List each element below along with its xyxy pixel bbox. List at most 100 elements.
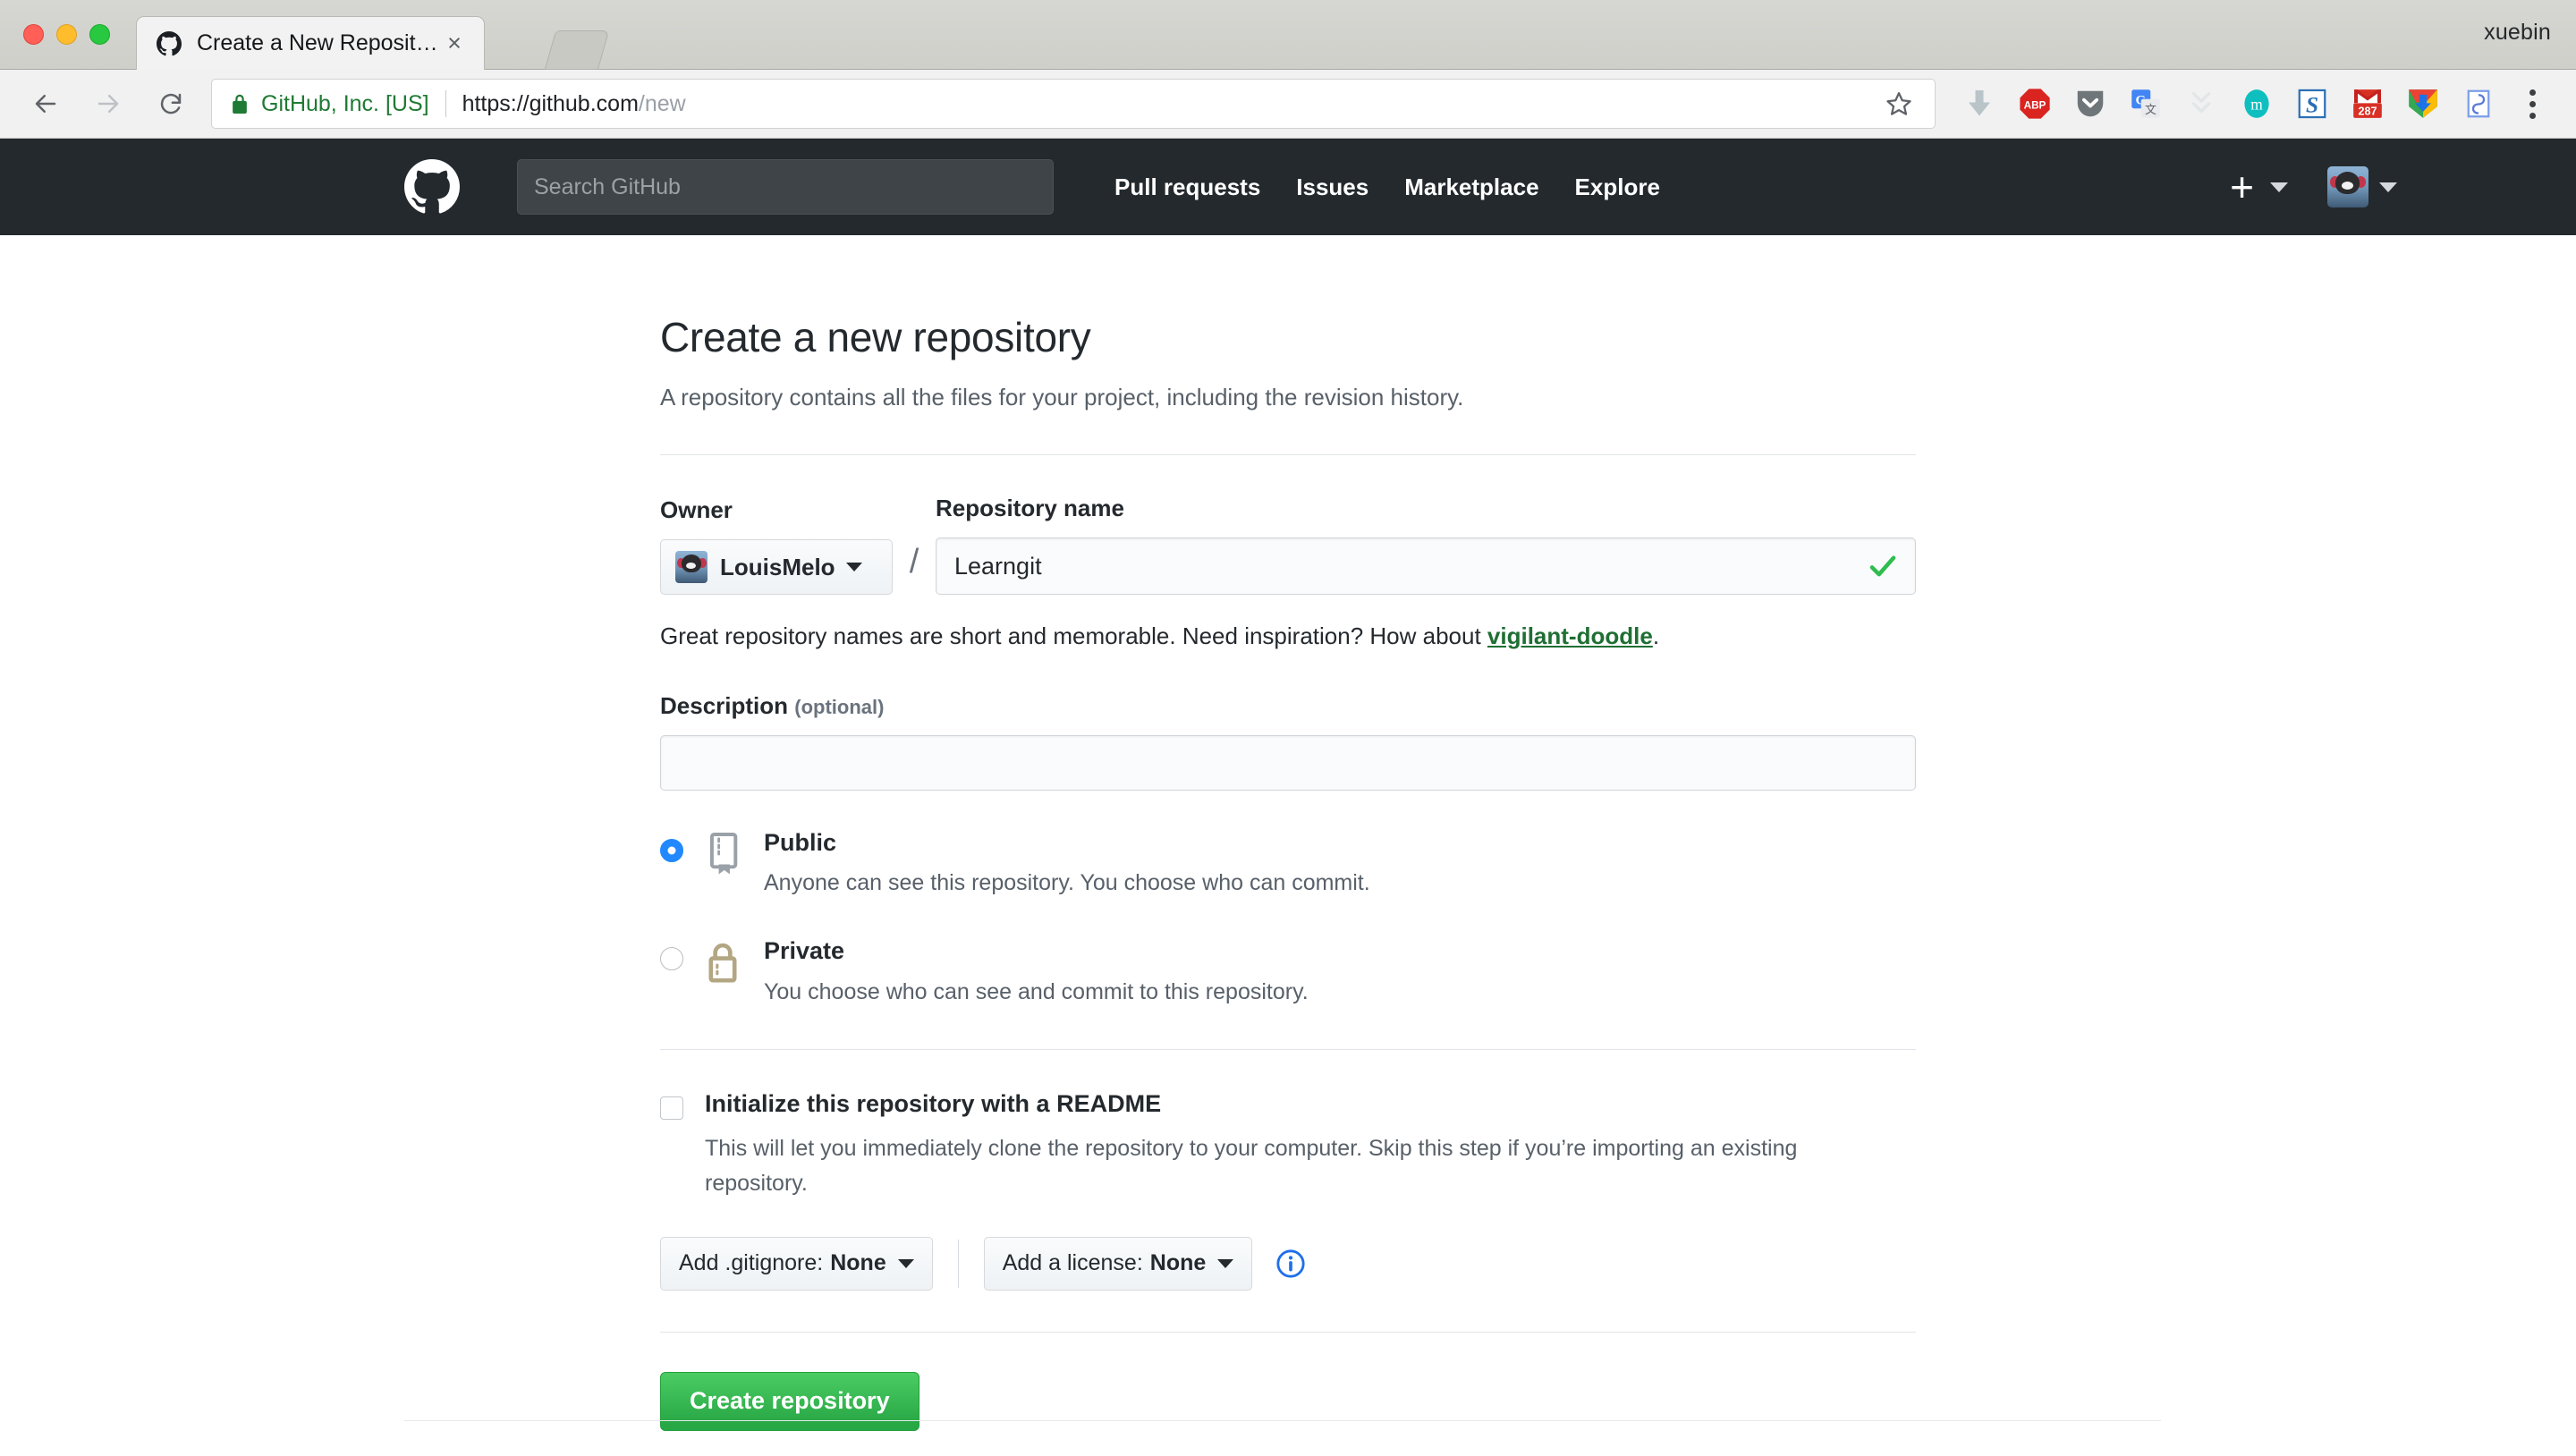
repository-name-label: Repository name: [936, 495, 1124, 522]
extensions-bar: ABP G 文 m S 287: [1952, 76, 2576, 131]
maximize-window-button[interactable]: [89, 24, 110, 45]
repository-name-field: Repository name: [936, 495, 1916, 596]
search-input[interactable]: [517, 159, 1054, 215]
description-label: Description (optional): [660, 692, 1916, 720]
blue-doc-icon[interactable]: [2451, 76, 2506, 131]
page-subtitle: A repository contains all the files for …: [660, 383, 1464, 411]
hint-text: Great repository names are short and mem…: [660, 622, 1487, 650]
close-window-button[interactable]: [23, 24, 44, 45]
gmail-icon[interactable]: 287: [2340, 76, 2395, 131]
chevron-down-icon: [845, 563, 862, 572]
github-header: Pull requests Issues Marketplace Explore…: [0, 139, 2576, 235]
url-path: /new: [638, 90, 686, 116]
gmail-unread-badge: 287: [2358, 105, 2377, 117]
github-icon: [157, 30, 182, 56]
initialize-readme-checkbox[interactable]: [660, 1096, 683, 1120]
public-label: Public: [764, 828, 837, 856]
visibility-option-public[interactable]: Public Anyone can see this repository. Y…: [660, 828, 1916, 899]
create-new-chevron-down-icon[interactable]: [2270, 182, 2288, 192]
s-extension-icon[interactable]: S: [2284, 76, 2340, 131]
description-field: Description (optional): [660, 692, 1916, 791]
minimize-window-button[interactable]: [56, 24, 77, 45]
readme-section: Initialize this repository with a README…: [660, 1089, 1916, 1291]
owner-select[interactable]: LouisMelo: [660, 539, 893, 596]
os-window-user-label: xuebin: [2484, 20, 2551, 45]
adblock-plus-icon[interactable]: ABP: [2007, 76, 2063, 131]
create-repository-button[interactable]: Create repository: [660, 1371, 919, 1431]
repo-book-icon: [703, 832, 750, 881]
svg-text:S: S: [2306, 93, 2318, 118]
nav-issues[interactable]: Issues: [1278, 174, 1386, 201]
footer-divider: [404, 1420, 2161, 1421]
account-chevron-down-icon[interactable]: [2379, 182, 2397, 192]
nav-pull-requests[interactable]: Pull requests: [1097, 174, 1278, 201]
gitignore-prefix: Add .gitignore:: [679, 1250, 824, 1276]
description-input[interactable]: [660, 734, 1916, 791]
lock-icon: [703, 940, 750, 989]
options-divider: [957, 1239, 959, 1288]
avatar[interactable]: [2327, 166, 2368, 207]
chevron-extension-icon[interactable]: [2174, 76, 2229, 131]
chrome-download-icon[interactable]: [2395, 76, 2451, 131]
initialize-readme-description: This will let you immediately clone the …: [705, 1136, 1798, 1196]
divider: [660, 1048, 1916, 1050]
octocat-logo[interactable]: [404, 159, 460, 215]
description-optional-text: (optional): [794, 695, 885, 718]
green-check-icon: [1868, 551, 1898, 581]
new-repo-form: Create a new repository A repository con…: [660, 235, 1916, 1431]
star-icon[interactable]: [1877, 82, 1920, 125]
description-label-text: Description: [660, 691, 789, 719]
gitignore-value: None: [830, 1250, 886, 1276]
repository-name-input[interactable]: [936, 538, 1916, 596]
suggested-name-link[interactable]: vigilant-doodle: [1487, 622, 1653, 649]
private-radio[interactable]: [660, 947, 683, 971]
private-description: You choose who can see and commit to thi…: [764, 978, 1309, 1004]
download-arrow-icon[interactable]: [1952, 76, 2007, 131]
browser-toolbar: GitHub, Inc. [US] https://github.com/new…: [0, 70, 2576, 139]
github-header-actions: +: [2224, 166, 2397, 207]
owner-label: Owner: [660, 496, 733, 524]
chevron-down-icon: [1217, 1258, 1234, 1268]
private-label: Private: [764, 937, 845, 965]
back-arrow-icon[interactable]: [20, 78, 72, 130]
divider: [660, 454, 1916, 456]
initialize-readme-label: Initialize this repository with a README: [705, 1089, 1162, 1117]
template-options-row: Add .gitignore: None Add a license: None: [660, 1236, 1916, 1291]
forward-arrow-icon: [82, 78, 134, 130]
kebab-menu-icon[interactable]: [2506, 76, 2558, 131]
new-tab-button[interactable]: [544, 30, 610, 70]
owner-avatar: [675, 551, 708, 584]
public-description: Anyone can see this repository. You choo…: [764, 870, 1370, 896]
license-value: None: [1149, 1250, 1207, 1276]
public-radio[interactable]: [660, 838, 683, 862]
browser-tab[interactable]: Create a New Repository ×: [136, 16, 485, 70]
visibility-option-private[interactable]: Private You choose who can see and commi…: [660, 937, 1916, 1007]
nav-explore[interactable]: Explore: [1557, 174, 1678, 201]
close-tab-icon[interactable]: ×: [439, 29, 470, 59]
owner-repo-row: Owner LouisMelo / Repository name: [660, 495, 1916, 596]
address-bar[interactable]: GitHub, Inc. [US] https://github.com/new: [211, 79, 1936, 129]
page-title: Create a new repository: [660, 314, 1091, 360]
google-translate-icon[interactable]: G 文: [2118, 76, 2174, 131]
chevron-down-icon: [897, 1258, 914, 1268]
nav-marketplace[interactable]: Marketplace: [1386, 174, 1556, 201]
create-new-icon[interactable]: +: [2224, 166, 2259, 207]
license-select[interactable]: Add a license: None: [983, 1236, 1253, 1291]
divider: [660, 1331, 1916, 1333]
security-label: GitHub, Inc. [US]: [261, 90, 429, 116]
svg-text:文: 文: [2145, 103, 2157, 116]
svg-text:ABP: ABP: [2024, 100, 2046, 112]
mendeley-icon[interactable]: m: [2229, 76, 2284, 131]
owner-repo-separator: /: [909, 543, 919, 581]
url-text: https://github.com/new: [462, 91, 686, 117]
page-content: Create a new repository A repository con…: [0, 235, 2576, 1431]
lock-icon: [230, 92, 250, 115]
url-divider: [445, 90, 446, 117]
owner-field: Owner LouisMelo: [660, 496, 893, 596]
svg-text:m: m: [2250, 96, 2263, 114]
gitignore-select[interactable]: Add .gitignore: None: [660, 1236, 933, 1291]
pocket-icon[interactable]: [2063, 76, 2118, 131]
reload-icon[interactable]: [145, 78, 197, 130]
window-traffic-lights: [23, 24, 110, 45]
info-circle-icon[interactable]: [1275, 1249, 1306, 1279]
